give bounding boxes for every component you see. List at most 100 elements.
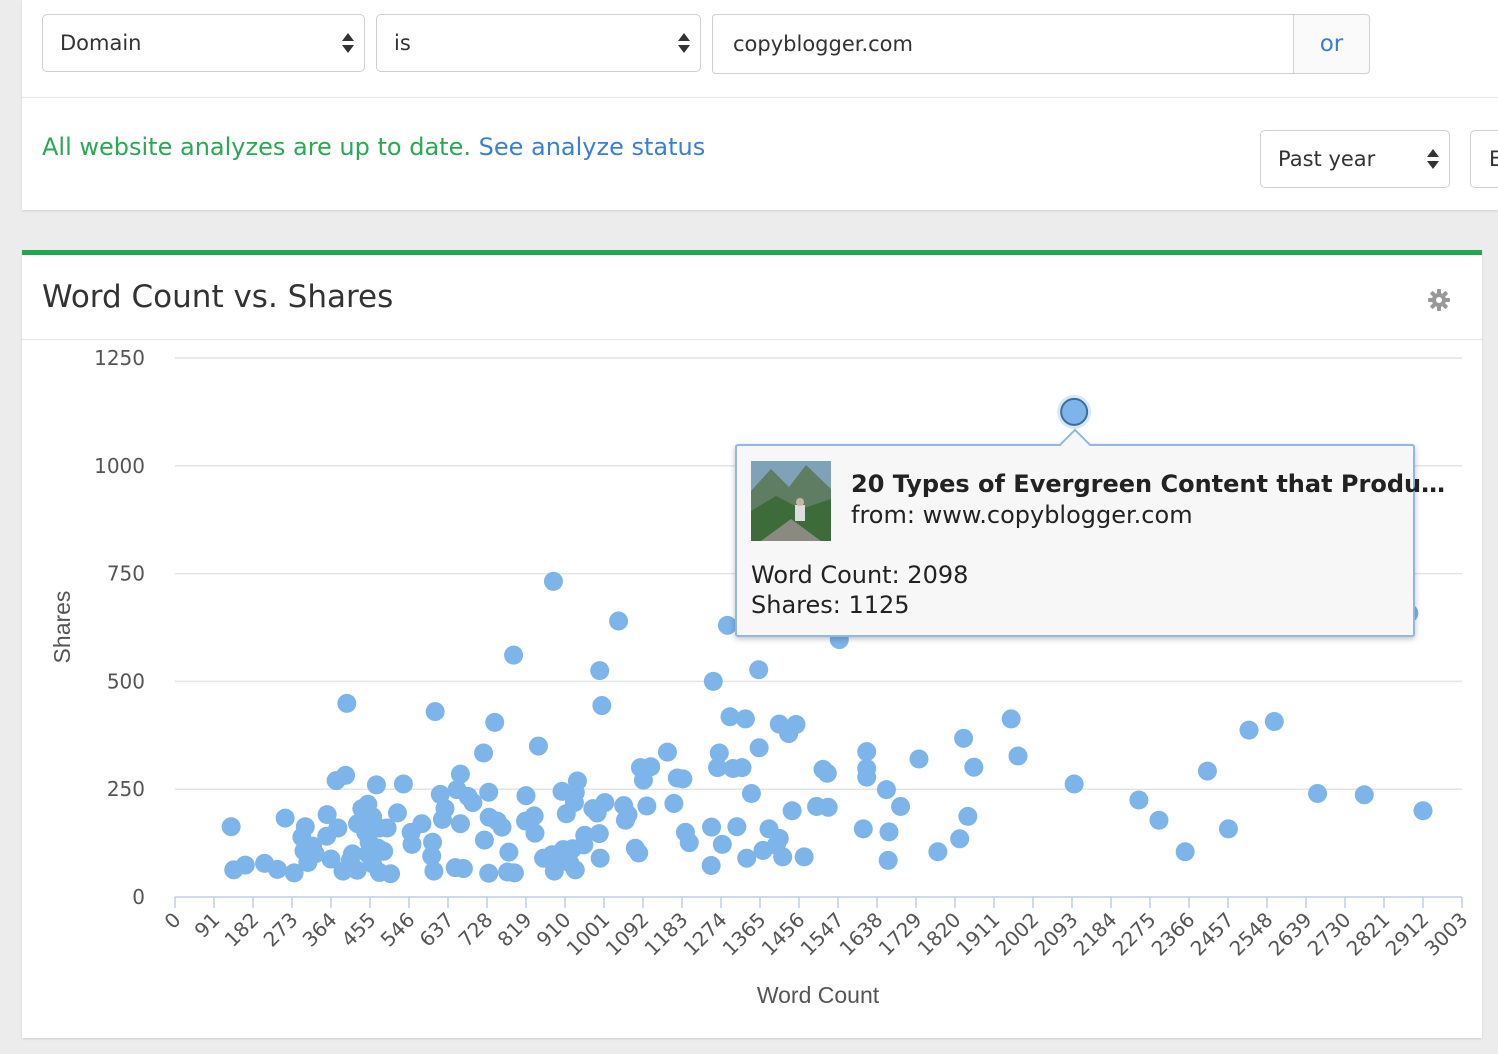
tooltip-source: from: www.copyblogger.com [851,501,1193,529]
data-point [358,794,378,814]
x-tick-label: 1911 [952,908,1005,961]
data-point [1354,785,1374,805]
data-point [732,758,752,778]
data-point [374,841,394,861]
data-point [381,864,401,884]
data-point [853,819,873,839]
x-tick-label: 546 [376,908,420,952]
data-point [516,786,536,806]
x-tick-label: 455 [337,908,381,952]
data-point [964,757,984,777]
y-axis-ticks: 0 250 500 750 1000 1250 [94,346,145,909]
x-tick-label: 182 [220,908,264,952]
data-point [267,859,287,879]
x-tick-label: 1547 [796,908,849,961]
data-point [590,848,610,868]
data-point [450,764,470,784]
data-point [336,765,356,785]
x-tick-label: 2184 [1069,908,1122,961]
x-tick-label: 2548 [1225,908,1278,961]
data-point [702,817,722,837]
x-tick-label: 819 [493,908,537,952]
data-point [504,645,524,665]
data-point [402,834,422,854]
x-tick-label: 2457 [1186,908,1239,961]
data-point [673,769,693,789]
x-tick-label: 0 [160,908,186,934]
data-point [782,801,802,821]
article-thumbnail [751,461,831,541]
x-tick-label: 2002 [991,908,1044,961]
data-point [1149,810,1169,830]
data-point [1129,790,1149,810]
data-point [727,817,747,837]
y-tick-label: 750 [107,562,145,586]
tooltip-word-count: Word Count: 2098 [751,561,969,589]
data-point [878,850,898,870]
x-tick-label: 2912 [1381,908,1434,961]
data-point [735,709,755,729]
data-point [479,863,499,883]
highlighted-point [1060,397,1089,426]
data-point [412,814,432,834]
data-point [1197,761,1217,781]
x-tick-label: 728 [454,908,498,952]
x-tick-label: 1092 [601,908,654,961]
data-point [565,860,585,880]
data-point [958,806,978,826]
data-point [857,742,877,762]
data-point [275,808,295,828]
x-axis: 0 911822733644555466377288199101001109211… [160,896,1473,961]
x-tick-label: 2730 [1303,908,1356,961]
data-point [928,842,948,862]
data-point [524,806,544,826]
data-point [794,847,814,867]
data-point [574,835,594,855]
data-point [221,817,241,837]
data-point [1218,819,1238,839]
data-point [366,775,386,795]
data-point [342,844,362,864]
data-point [857,767,877,787]
data-point [657,742,677,762]
data-point [590,661,610,681]
data-point [328,818,348,838]
data-point [712,834,732,854]
data-point [786,715,806,735]
data-point [504,863,524,883]
data-point [773,847,793,867]
x-tick-label: 1001 [562,908,615,961]
data-point [618,805,638,825]
x-tick-label: 273 [259,908,303,952]
data-point [425,702,445,722]
data-point [701,856,721,876]
data-point [679,833,699,853]
data-point [1001,709,1021,729]
data-point [463,793,483,813]
x-tick-label: 1729 [874,908,927,961]
x-tick-label: 1183 [640,908,693,961]
data-point [629,843,649,863]
data-point [637,796,657,816]
data-point [450,814,470,834]
data-point [1175,842,1195,862]
data-point [474,743,494,763]
data-point [1413,801,1433,821]
data-point [1064,774,1084,794]
x-tick-label: 2093 [1030,908,1083,961]
data-point [954,728,974,748]
data-point [485,712,505,732]
data-point [818,797,838,817]
data-point [453,859,473,879]
data-point [876,780,896,800]
x-tick-label: 1456 [757,908,810,961]
data-point [499,842,519,862]
data-point [1264,712,1284,732]
data-point [741,784,761,804]
data-point [592,696,612,716]
data-point [879,822,899,842]
tooltip-shares: Shares: 1125 [751,591,910,619]
data-point [1239,720,1259,740]
data-point [525,823,545,843]
data-point [295,817,315,837]
